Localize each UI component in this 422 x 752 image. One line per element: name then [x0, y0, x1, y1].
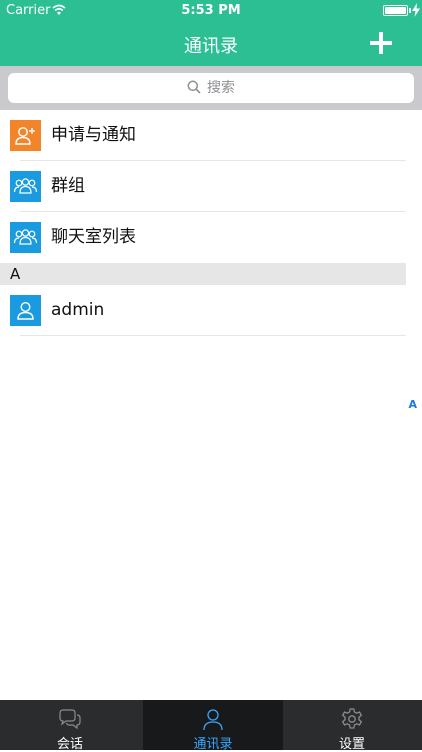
contact-name: admin	[51, 300, 105, 320]
add-contact-button[interactable]	[370, 32, 392, 54]
contacts-list: 申请与通知 群组 聊天室列表 A admin	[0, 110, 406, 336]
chat-icon	[59, 709, 81, 730]
status-bar: Carrier 5:53 PM	[0, 0, 422, 22]
tab-conversations[interactable]: 会话	[0, 700, 140, 752]
search-icon	[187, 80, 201, 94]
charging-icon	[412, 3, 420, 17]
status-time: 5:53 PM	[181, 3, 241, 18]
contact-row-admin[interactable]: admin	[0, 285, 406, 336]
list-item-requests[interactable]: 申请与通知	[0, 110, 406, 161]
section-index-a[interactable]: A	[408, 398, 417, 411]
row-divider	[20, 335, 406, 336]
list-item-label: 聊天室列表	[51, 227, 136, 247]
contacts-icon	[203, 709, 223, 731]
list-item-chatrooms[interactable]: 聊天室列表	[0, 212, 406, 263]
search-placeholder: 搜索	[207, 80, 235, 96]
group-icon	[10, 171, 41, 202]
tab-label: 通讯录	[193, 737, 233, 752]
list-item-label: 群组	[51, 176, 85, 196]
section-header-a: A	[0, 263, 406, 285]
add-contact-icon	[10, 120, 41, 151]
search-input[interactable]: 搜索	[8, 73, 414, 103]
gear-icon	[341, 708, 363, 729]
search-bar: 搜索	[0, 66, 422, 110]
tab-bar: 会话 通讯录 设置	[0, 700, 422, 752]
list-item-label: 申请与通知	[51, 125, 136, 145]
tab-settings[interactable]: 设置	[282, 700, 422, 752]
battery-icon	[383, 5, 408, 16]
contact-icon	[10, 295, 41, 326]
tab-contacts[interactable]: 通讯录	[143, 700, 283, 752]
page-title: 通讯录	[184, 36, 238, 57]
header: Carrier 5:53 PM 通讯录	[0, 0, 422, 66]
tab-label: 会话	[56, 737, 83, 752]
group-icon	[10, 222, 41, 253]
tab-label: 设置	[338, 737, 365, 752]
battery-nub	[409, 8, 411, 13]
list-item-groups[interactable]: 群组	[0, 161, 406, 212]
